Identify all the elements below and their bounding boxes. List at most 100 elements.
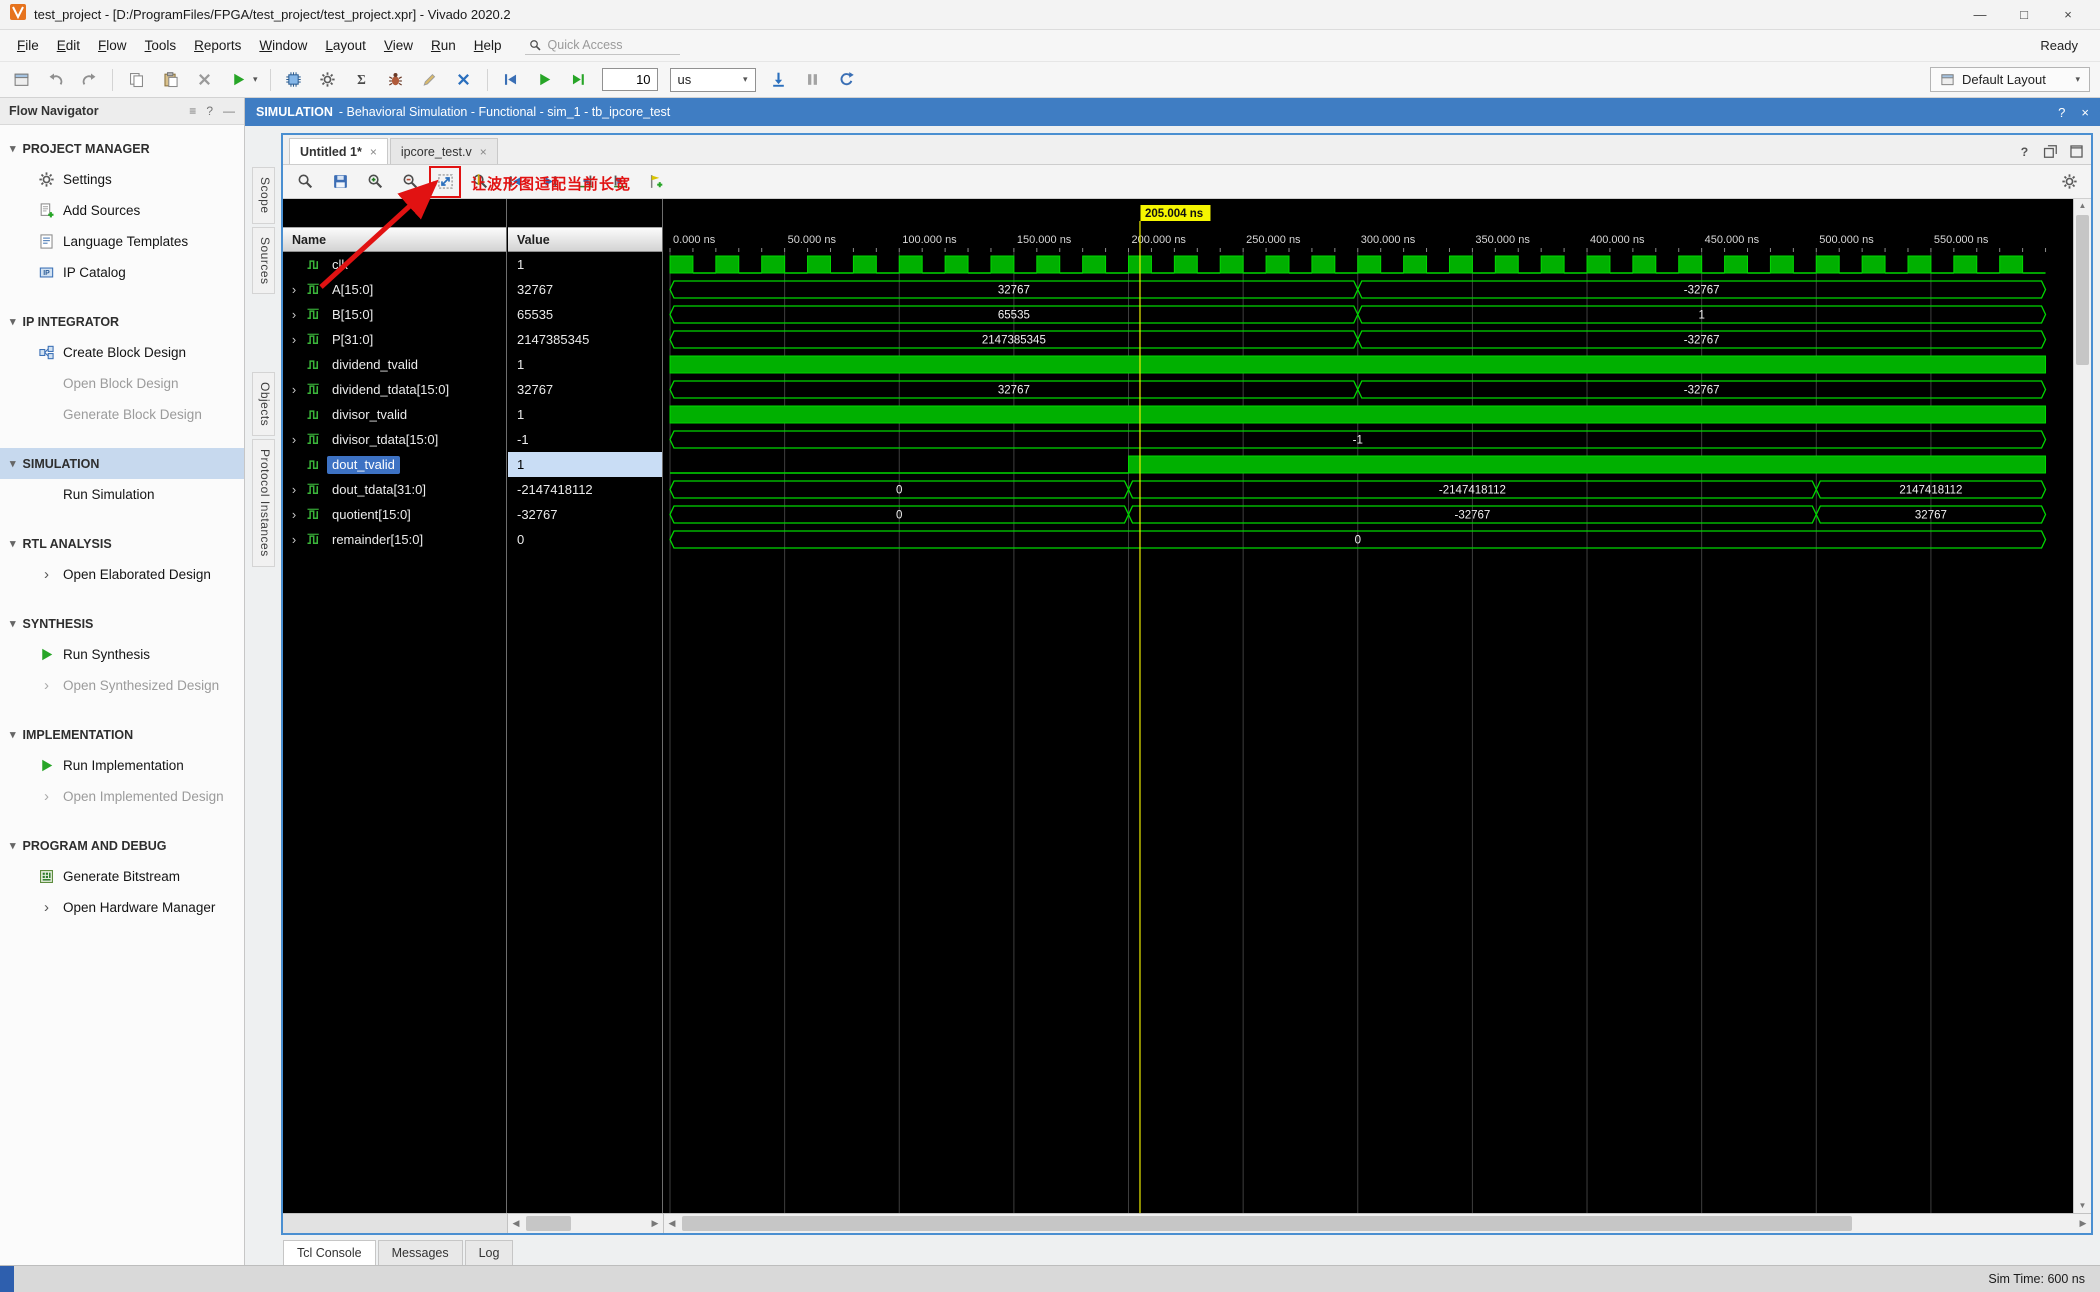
flow-item-add-sources[interactable]: Add Sources	[0, 195, 244, 226]
flow-section-rtl-analysis[interactable]: ▾ RTL ANALYSIS	[0, 528, 244, 559]
run-for-time-icon[interactable]	[568, 69, 590, 91]
save-wave-config-icon[interactable]	[329, 171, 351, 193]
signal-value-dividend-tvalid[interactable]: 1	[508, 352, 662, 377]
menu-file[interactable]: File	[8, 33, 48, 58]
maximize-button[interactable]: □	[2002, 0, 2046, 29]
tab-messages[interactable]: Messages	[377, 1240, 463, 1265]
tab-ipcore-test-v[interactable]: ipcore_test.v ×	[389, 138, 498, 164]
signal-value-remainder-15-0-[interactable]: 0	[508, 527, 662, 552]
flow-section-implementation[interactable]: ▾ IMPLEMENTATION	[0, 719, 244, 750]
flow-item-create-block-design[interactable]: Create Block Design	[0, 337, 244, 368]
dashboard-icon[interactable]	[10, 69, 32, 91]
value-column-header[interactable]: Value	[508, 227, 662, 252]
flow-item-run-simulation[interactable]: Run Simulation	[0, 479, 244, 510]
wave-scroll-left-arrow[interactable]: ◀	[664, 1214, 680, 1233]
run-dropdown-caret[interactable]: ▾	[253, 74, 258, 85]
menu-tools[interactable]: Tools	[136, 33, 186, 58]
menu-view[interactable]: View	[375, 33, 422, 58]
close-tab-icon[interactable]: ×	[370, 145, 377, 159]
signal-value-p-31-0-[interactable]: 2147385345	[508, 327, 662, 352]
side-tab-objects[interactable]: Objects	[252, 372, 275, 437]
layout-select[interactable]: Default Layout ▾	[1930, 67, 2090, 92]
flow-item-ip-catalog[interactable]: IP IP Catalog	[0, 257, 244, 288]
step-icon[interactable]	[768, 69, 790, 91]
scroll-up-arrow[interactable]: ▲	[2074, 199, 2091, 213]
copy-icon[interactable]	[125, 69, 147, 91]
close-button[interactable]: ×	[2046, 0, 2090, 29]
signal-name-p-31-0-[interactable]: › P[31:0]	[283, 327, 506, 352]
signal-name-clk[interactable]: clk	[283, 252, 506, 277]
flow-item-open-synthesized-design[interactable]: › Open Synthesized Design	[0, 670, 244, 701]
menu-reports[interactable]: Reports	[185, 33, 250, 58]
flow-section-ip-integrator[interactable]: ▾ IP INTEGRATOR	[0, 306, 244, 337]
signal-value-quotient-15-0-[interactable]: -32767	[508, 502, 662, 527]
tab-log[interactable]: Log	[464, 1240, 514, 1265]
paste-icon[interactable]	[159, 69, 181, 91]
signal-name-dout-tdata-31-0-[interactable]: › dout_tdata[31:0]	[283, 477, 506, 502]
flow-section-synthesis[interactable]: ▾ SYNTHESIS	[0, 608, 244, 639]
flow-item-settings[interactable]: Settings	[0, 164, 244, 195]
flow-item-run-synthesis[interactable]: Run Synthesis	[0, 639, 244, 670]
side-tab-sources[interactable]: Sources	[252, 226, 275, 295]
expand-chevron-icon[interactable]: ›	[288, 532, 300, 547]
wave-help-icon[interactable]: ?	[2016, 143, 2033, 160]
scroll-left-arrow[interactable]: ◀	[508, 1214, 524, 1233]
minimize-button[interactable]: —	[1958, 0, 2002, 29]
redo-icon[interactable]	[78, 69, 100, 91]
flow-item-generate-bitstream[interactable]: Generate Bitstream	[0, 861, 244, 892]
debug-icon[interactable]	[385, 69, 407, 91]
simulation-settings-chip-icon[interactable]	[283, 69, 305, 91]
flow-item-open-hardware-manager[interactable]: › Open Hardware Manager	[0, 892, 244, 923]
find-icon[interactable]	[294, 171, 316, 193]
float-window-icon[interactable]	[2042, 143, 2059, 160]
add-marker-icon[interactable]	[644, 171, 666, 193]
signal-name-divisor-tvalid[interactable]: divisor_tvalid	[283, 402, 506, 427]
waveform-canvas[interactable]: 0.000 ns 50.000 ns 100.000 ns 150.000 ns 200…	[664, 199, 2073, 1213]
signal-value-dividend-tdata-15-0-[interactable]: 32767	[508, 377, 662, 402]
wave-settings-gear-icon[interactable]	[2058, 171, 2080, 193]
wave-scroll-thumb[interactable]	[682, 1216, 1853, 1231]
values-scrollbar[interactable]: ◀ ▶	[508, 1214, 664, 1233]
flow-section-project-manager[interactable]: ▾ PROJECT MANAGER	[0, 133, 244, 164]
scroll-right-arrow[interactable]: ▶	[647, 1214, 663, 1233]
signal-name-b-15-0-[interactable]: › B[15:0]	[283, 302, 506, 327]
scroll-down-arrow[interactable]: ▼	[2074, 1199, 2091, 1213]
zoom-in-icon[interactable]	[364, 171, 386, 193]
flow-item-generate-block-design[interactable]: Generate Block Design	[0, 399, 244, 430]
waveform-plot-area[interactable]: 0.000 ns 50.000 ns 100.000 ns 150.000 ns 200…	[664, 199, 2073, 1213]
zoom-fit-icon[interactable]	[434, 171, 456, 193]
signal-value-clk[interactable]: 1	[508, 252, 662, 277]
expand-chevron-icon[interactable]: ›	[288, 432, 300, 447]
run-time-input[interactable]	[601, 68, 658, 91]
signal-value-a-15-0-[interactable]: 32767	[508, 277, 662, 302]
breakpoint-delete-icon[interactable]	[453, 69, 475, 91]
expand-chevron-icon[interactable]: ›	[288, 282, 300, 297]
flow-item-open-block-design[interactable]: Open Block Design	[0, 368, 244, 399]
flow-item-open-implemented-design[interactable]: › Open Implemented Design	[0, 781, 244, 812]
delete-icon[interactable]	[193, 69, 215, 91]
flow-item-language-templates[interactable]: Language Templates	[0, 226, 244, 257]
signal-value-dout-tdata-31-0-[interactable]: -2147418112	[508, 477, 662, 502]
undo-icon[interactable]	[44, 69, 66, 91]
restart-simulation-icon[interactable]	[500, 69, 522, 91]
relaunch-icon[interactable]	[836, 69, 858, 91]
flow-item-open-elaborated-design[interactable]: › Open Elaborated Design	[0, 559, 244, 590]
expand-chevron-icon[interactable]: ›	[288, 507, 300, 522]
side-tab-protocol-instances[interactable]: Protocol Instances	[252, 439, 275, 567]
menu-flow[interactable]: Flow	[89, 33, 136, 58]
flow-section-simulation[interactable]: ▾ SIMULATION	[0, 448, 244, 479]
name-column-header[interactable]: Name	[283, 227, 506, 252]
banner-help-icon[interactable]: ?	[2058, 105, 2065, 120]
signal-name-a-15-0-[interactable]: › A[15:0]	[283, 277, 506, 302]
gear-icon[interactable]	[317, 69, 339, 91]
signal-name-dout-tvalid[interactable]: dout_tvalid	[283, 452, 506, 477]
run-button-icon[interactable]	[227, 69, 249, 91]
expand-chevron-icon[interactable]: ›	[288, 482, 300, 497]
close-tab-icon[interactable]: ×	[480, 145, 487, 159]
wave-scroll-right-arrow[interactable]: ▶	[2075, 1214, 2091, 1233]
signal-name-dividend-tvalid[interactable]: dividend_tvalid	[283, 352, 506, 377]
menu-edit[interactable]: Edit	[48, 33, 89, 58]
vertical-scrollbar[interactable]: ▲ ▼	[2073, 199, 2091, 1213]
menu-run[interactable]: Run	[422, 33, 465, 58]
navigator-menu-icon[interactable]: ≡	[189, 104, 196, 118]
